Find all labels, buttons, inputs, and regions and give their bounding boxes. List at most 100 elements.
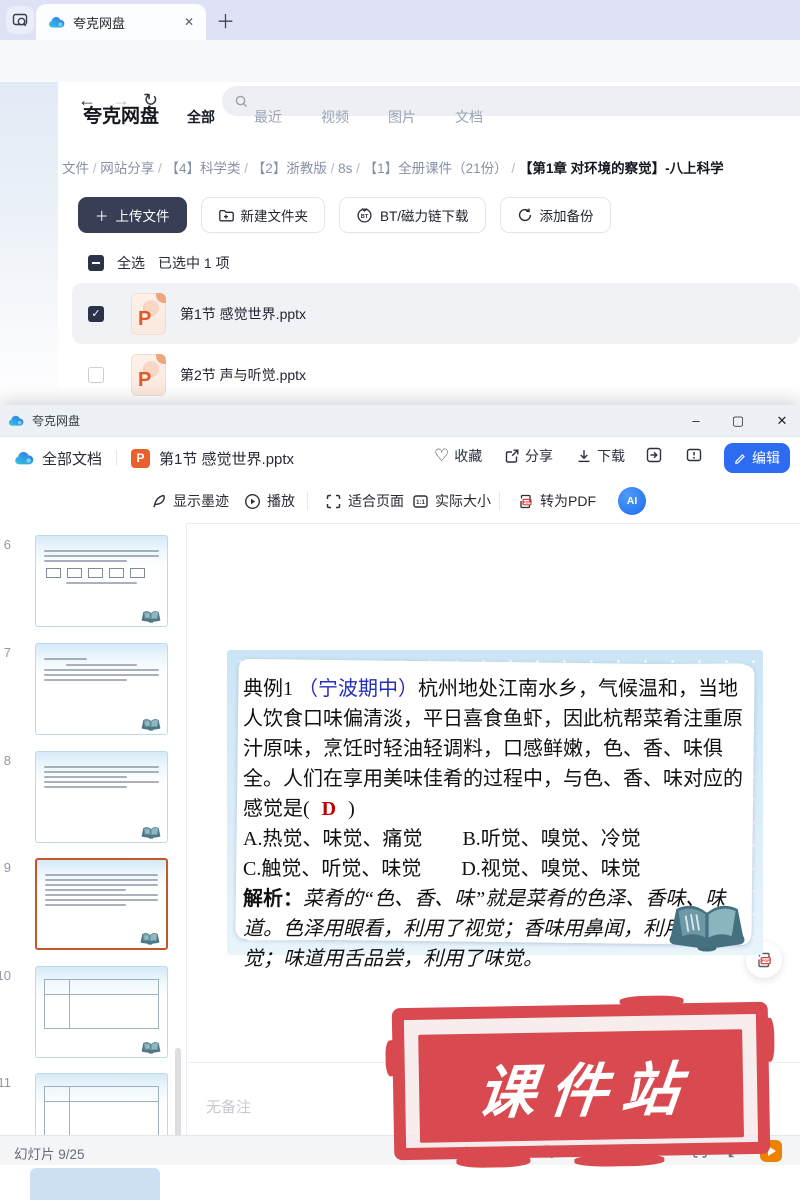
divider <box>307 492 308 510</box>
breadcrumb-item[interactable]: 【1】全册课件（21份） <box>364 161 519 176</box>
open-book-illustration <box>140 825 162 839</box>
actual-size-icon: 1:1 <box>412 493 429 510</box>
selection-bar: 全选 已选中 1 项 <box>88 254 230 272</box>
divider <box>499 492 500 510</box>
slide-thumbnail[interactable] <box>35 966 168 1058</box>
window-search-icon <box>12 12 28 28</box>
minimize-button[interactable]: – <box>676 405 716 437</box>
play-circle-icon <box>244 493 261 510</box>
close-button[interactable]: ✕ <box>762 405 800 437</box>
play-label: 播放 <box>267 491 295 511</box>
viewer-toolbar: 显示墨迹 播放 适合页面 1:1 实际 <box>0 479 800 524</box>
slide-thumbnail[interactable] <box>35 751 168 843</box>
open-book-illustration <box>139 931 161 945</box>
ai-label: AI <box>627 495 638 507</box>
tab-close-icon[interactable]: ✕ <box>184 15 194 29</box>
slide-thumbnail[interactable] <box>35 643 168 735</box>
thumbnail-number: 7 <box>0 645 11 660</box>
breadcrumb-item[interactable]: 【4】科学类 <box>166 161 252 176</box>
notes-placeholder: 无备注 <box>206 1096 251 1117</box>
row-checkbox-empty[interactable] <box>88 367 104 383</box>
share-button[interactable]: 分享 <box>504 446 553 466</box>
answer-close: ) <box>348 798 355 820</box>
svg-text:PDF: PDF <box>523 500 531 504</box>
refresh-circle-icon <box>517 207 533 223</box>
stamp-core: 课件站 <box>418 1029 744 1143</box>
quark-logo-icon <box>48 16 65 29</box>
browser-tab-bar: 夸克网盘 ✕ ＋ <box>0 0 800 40</box>
tab-search-button[interactable] <box>6 6 34 34</box>
actual-size-label: 实际大小 <box>435 491 491 511</box>
tab-doc[interactable]: 文档 <box>455 107 483 127</box>
slide-thumbnail[interactable] <box>35 858 168 950</box>
add-backup-button[interactable]: 添加备份 <box>500 197 611 233</box>
open-book-illustration <box>661 897 753 953</box>
svg-text:1:1: 1:1 <box>416 500 425 506</box>
play-button[interactable]: 播放 <box>244 479 295 523</box>
quark-logo-icon <box>8 415 24 427</box>
bt-magnet-download-button[interactable]: BT BT/磁力链下载 <box>339 197 486 233</box>
ink-quill-icon <box>150 493 167 510</box>
browser-tab[interactable]: 夸克网盘 ✕ <box>36 4 206 40</box>
answer-letter: D <box>322 798 336 820</box>
slide-thumbnail[interactable] <box>35 535 168 627</box>
new-folder-label: 新建文件夹 <box>241 205 309 225</box>
options-ab: A.热觉、味觉、痛觉 B.听觉、嗅觉、冷觉 <box>243 824 753 854</box>
breadcrumb-item[interactable]: 网站分享 <box>100 161 165 176</box>
file-name[interactable]: 第2节 声与听觉.pptx <box>180 365 306 385</box>
ai-assistant-button[interactable]: AI <box>618 487 646 515</box>
divider <box>116 450 117 466</box>
thumbnail-number: 6 <box>0 537 11 552</box>
thumbnail-number: 8 <box>0 753 11 768</box>
row-checkbox-checked[interactable]: ✓ <box>88 306 104 322</box>
maximize-button[interactable]: ▢ <box>718 405 758 437</box>
breadcrumb-item[interactable]: 8s <box>338 161 364 176</box>
pencil-icon <box>734 452 747 465</box>
page-title: 夸克网盘 <box>83 101 159 128</box>
new-tab-button[interactable]: ＋ <box>216 7 235 34</box>
file-row[interactable]: ✓ P 第1节 感觉世界.pptx <box>72 283 800 344</box>
screen: 夸克网盘 ✕ ＋ ← → ↻ 夸克网盘 全部 最近 视频 图片 文档 文件 网站… <box>0 0 800 1200</box>
thumbnail-number: 11 <box>0 1075 11 1090</box>
download-button[interactable]: 下载 <box>576 446 625 466</box>
feedback-button[interactable] <box>685 446 703 464</box>
tab-image[interactable]: 图片 <box>388 107 416 127</box>
actual-size-button[interactable]: 1:1 实际大小 <box>412 479 491 523</box>
file-name[interactable]: 第1节 感觉世界.pptx <box>180 304 306 324</box>
file-type-tabs: 全部 最近 视频 图片 文档 <box>187 107 483 127</box>
tab-recent[interactable]: 最近 <box>254 107 282 127</box>
breadcrumb-item[interactable]: 文件 <box>62 161 100 176</box>
edit-button[interactable]: 编辑 <box>724 443 790 473</box>
tab-video[interactable]: 视频 <box>321 107 349 127</box>
show-ink-button[interactable]: 显示墨迹 <box>150 479 229 523</box>
watermark-stamp: 课件站 <box>392 1002 771 1161</box>
breadcrumb-current: 【第1章 对环境的察觉】-八上科学 <box>519 161 724 176</box>
example-label: 典例1 <box>243 678 298 700</box>
exam-source: （宁波期中） <box>298 678 418 700</box>
tab-all[interactable]: 全部 <box>187 107 215 127</box>
options-cd: C.触觉、听觉、味觉 D.视觉、嗅觉、味觉 <box>243 854 753 884</box>
pptx-file-icon: P <box>131 293 166 335</box>
transfer-icon <box>645 446 663 464</box>
pdf-convert-icon: PDF <box>517 493 534 510</box>
ppt-badge-icon: P <box>131 449 150 468</box>
to-pdf-button[interactable]: PDF 转为PDF <box>517 479 596 523</box>
svg-text:BT: BT <box>361 214 369 220</box>
save-to-drive-button[interactable] <box>645 446 663 464</box>
folder-plus-icon <box>218 208 234 223</box>
favorite-button[interactable]: ♡ 收藏 <box>434 446 482 466</box>
all-docs-nav[interactable]: 全部文档 <box>42 448 102 469</box>
select-all-label: 全选 <box>117 253 145 273</box>
bt-download-label: BT/磁力链下载 <box>380 205 469 225</box>
fit-page-button[interactable]: 适合页面 <box>325 479 404 523</box>
upload-button[interactable]: ＋ 上传文件 <box>78 197 187 233</box>
select-all-checkbox[interactable] <box>88 255 104 271</box>
file-row[interactable]: P 第2节 声与听觉.pptx <box>72 344 800 405</box>
download-icon <box>576 448 592 464</box>
new-folder-button[interactable]: 新建文件夹 <box>201 197 326 233</box>
slide-thumbnail[interactable] <box>35 1073 168 1135</box>
slide-preview: 典例1 （宁波期中）杭州地处江南水乡，气候温和，当地人饮食口味偏清淡，平日喜食鱼… <box>227 650 763 955</box>
thumbnail-number: 9 <box>0 860 11 875</box>
show-ink-label: 显示墨迹 <box>173 491 229 511</box>
breadcrumb-item[interactable]: 【2】浙教版 <box>252 161 338 176</box>
